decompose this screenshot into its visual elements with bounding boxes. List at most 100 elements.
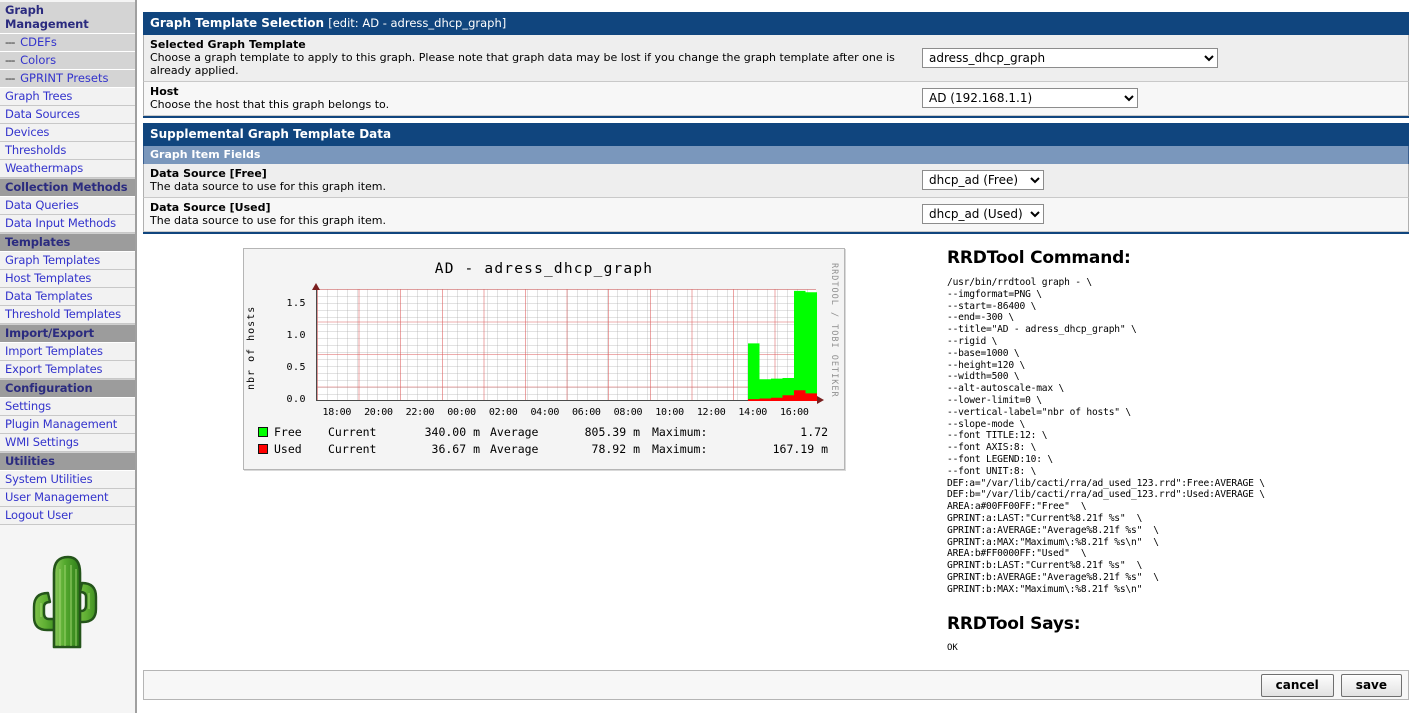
data-source-used-select[interactable]: dhcp_ad (Used) bbox=[922, 204, 1044, 224]
main-content: Graph Template Selection [edit: AD - adr… bbox=[137, 0, 1419, 713]
dash-prefix-icon: --- bbox=[5, 53, 16, 67]
sidebar-item-data-templates[interactable]: Data Templates bbox=[0, 288, 135, 306]
sidebar-item-data-queries[interactable]: Data Queries bbox=[0, 197, 135, 215]
sidebar-nav: Graph Management --- CDEFs --- Colors --- G… bbox=[0, 2, 135, 525]
sidebar-item-label: CDEFs bbox=[16, 35, 57, 49]
legend-current-value: 36.67 m bbox=[431, 441, 480, 456]
graph-template-select[interactable]: adress_dhcp_graph bbox=[922, 47, 1218, 68]
data-source-used-description: The data source to use for this graph it… bbox=[150, 214, 386, 227]
save-button[interactable]: save bbox=[1340, 673, 1402, 697]
sidebar-item-settings[interactable]: Settings bbox=[0, 398, 135, 416]
dash-prefix-icon: --- bbox=[5, 35, 16, 49]
graph-legend: Free Current 340.00 m Average 805.39 m Maximu… bbox=[258, 423, 828, 457]
sidebar-item-wmi-settings[interactable]: WMI Settings bbox=[0, 434, 135, 452]
supplemental-divider bbox=[143, 232, 1409, 234]
sidebar-section-templates: Templates bbox=[0, 233, 135, 252]
dash-prefix-icon: --- bbox=[5, 71, 16, 85]
legend-current-label: Current bbox=[328, 441, 377, 456]
series-plot bbox=[725, 290, 817, 401]
sidebar-item-export-templates[interactable]: Export Templates bbox=[0, 361, 135, 379]
sidebar-item-logout-user[interactable]: Logout User bbox=[0, 507, 135, 525]
plot-wrapper: nbr of hosts 0.0 0.5 1.0 1.5 18:00 20:00 22:0… bbox=[244, 283, 844, 418]
legend-series-name: Free bbox=[274, 424, 302, 439]
row-data-source-used: Data Source [Used] The data source to us… bbox=[143, 198, 1409, 232]
rrd-graph-image[interactable]: AD - adress_dhcp_graph nbr of hosts 0.0 0… bbox=[243, 248, 845, 470]
y-tick-label: 1.5 bbox=[286, 298, 306, 309]
form-actions-bar: cancel save bbox=[143, 670, 1409, 700]
rrdtool-command-heading: RRDTool Command: bbox=[947, 248, 1131, 268]
plot-area bbox=[316, 289, 817, 401]
sidebar-item-data-input-methods[interactable]: Data Input Methods bbox=[0, 215, 135, 233]
panel-title: Graph Template Selection bbox=[150, 16, 325, 30]
legend-average-label: Average bbox=[490, 441, 539, 456]
host-select[interactable]: AD (192.168.1.1) bbox=[922, 88, 1138, 108]
legend-maximum-value: 1.72 bbox=[800, 424, 828, 439]
sidebar-section-utilities: Utilities bbox=[0, 452, 135, 471]
sidebar-item-colors[interactable]: --- Colors bbox=[0, 52, 135, 70]
legend-swatch-icon bbox=[258, 426, 268, 437]
y-axis-ticks: 0.0 0.5 1.0 1.5 bbox=[264, 283, 310, 405]
x-tick-label: 20:00 bbox=[364, 407, 393, 418]
sidebar-item-host-templates[interactable]: Host Templates bbox=[0, 270, 135, 288]
x-tick-label: 18:00 bbox=[322, 407, 352, 418]
x-tick-label: 06:00 bbox=[572, 407, 601, 418]
graph-item-fields-subheader: Graph Item Fields bbox=[143, 146, 1409, 164]
sidebar-section-configuration: Configuration bbox=[0, 379, 135, 398]
x-axis-arrow bbox=[817, 396, 824, 404]
cactus-logo bbox=[0, 547, 135, 657]
legend-current-label: Current bbox=[328, 424, 377, 439]
sidebar-item-graph-trees[interactable]: Graph Trees bbox=[0, 88, 135, 106]
x-tick-label: 10:00 bbox=[655, 407, 684, 418]
sidebar-section-graph-management[interactable]: Graph Management bbox=[0, 2, 135, 34]
panel-subtitle: [edit: AD - adress_dhcp_graph] bbox=[328, 16, 507, 30]
sidebar-item-cdefs[interactable]: --- CDEFs bbox=[0, 34, 135, 52]
row-data-source-free: Data Source [Free] The data source to us… bbox=[143, 164, 1409, 198]
data-source-used-label: Data Source [Used] bbox=[150, 201, 271, 214]
sidebar-item-weathermaps[interactable]: Weathermaps bbox=[0, 160, 135, 178]
cacti-page: Graph Management --- CDEFs --- Colors --- G… bbox=[0, 0, 1419, 713]
sidebar-item-threshold-templates[interactable]: Threshold Templates bbox=[0, 306, 135, 324]
host-description: Choose the host that this graph belongs … bbox=[150, 98, 390, 111]
row-host: Host Choose the host that this graph bel… bbox=[143, 82, 1409, 116]
sidebar-item-devices[interactable]: Devices bbox=[0, 124, 135, 142]
x-tick-label: 02:00 bbox=[488, 407, 518, 418]
rrdtool-column: RRDTool Command: /usr/bin/rrdtool graph … bbox=[943, 248, 1403, 653]
graph-template-selection-panel: Graph Template Selection [edit: AD - adr… bbox=[143, 12, 1409, 118]
y-tick-label: 0.0 bbox=[286, 394, 306, 405]
x-tick-label: 08:00 bbox=[613, 407, 643, 418]
selected-graph-template-description: Choose a graph template to apply to this… bbox=[150, 51, 895, 77]
legend-row: Free Current 340.00 m Average 805.39 m Maximu… bbox=[258, 423, 828, 440]
sidebar-item-system-utilities[interactable]: System Utilities bbox=[0, 471, 135, 489]
y-axis-arrow bbox=[312, 283, 320, 290]
legend-maximum-label: Maximum: bbox=[652, 441, 708, 456]
sidebar-item-import-templates[interactable]: Import Templates bbox=[0, 343, 135, 361]
x-tick-label: 04:00 bbox=[530, 407, 560, 418]
graph-title: AD - adress_dhcp_graph bbox=[434, 261, 654, 277]
host-label: Host bbox=[150, 85, 179, 98]
cancel-button[interactable]: cancel bbox=[1260, 673, 1334, 697]
legend-current-value: 340.00 m bbox=[424, 424, 480, 439]
sidebar: Graph Management --- CDEFs --- Colors --- G… bbox=[0, 0, 137, 713]
data-source-free-select[interactable]: dhcp_ad (Free) bbox=[922, 170, 1044, 190]
x-tick-label: 14:00 bbox=[738, 407, 768, 418]
y-tick-label: 1.0 bbox=[286, 330, 306, 341]
sidebar-section-collection-methods: Collection Methods bbox=[0, 178, 135, 197]
row-selected-graph-template: Selected Graph Template Choose a graph t… bbox=[143, 35, 1409, 82]
data-source-free-description: The data source to use for this graph it… bbox=[150, 180, 386, 193]
sidebar-item-gprint-presets[interactable]: --- GPRINT Presets bbox=[0, 70, 135, 88]
series-area-free bbox=[725, 290, 817, 401]
sidebar-item-graph-templates[interactable]: Graph Templates bbox=[0, 252, 135, 270]
sidebar-item-label: Colors bbox=[16, 53, 57, 67]
x-tick-label: 12:00 bbox=[696, 407, 726, 418]
sidebar-item-user-management[interactable]: User Management bbox=[0, 489, 135, 507]
legend-row: Used Current 36.67 m Average 78.92 m Maximum:… bbox=[258, 440, 828, 457]
sidebar-item-plugin-management[interactable]: Plugin Management bbox=[0, 416, 135, 434]
legend-average-value: 805.39 m bbox=[584, 424, 640, 439]
sidebar-item-data-sources[interactable]: Data Sources bbox=[0, 106, 135, 124]
rrdtool-command-text: /usr/bin/rrdtool graph - \ --imgformat=P… bbox=[947, 277, 1265, 595]
data-source-free-label: Data Source [Free] bbox=[150, 167, 267, 180]
sidebar-item-thresholds[interactable]: Thresholds bbox=[0, 142, 135, 160]
rrdtool-watermark: RRDTOOL / TOBI OETIKER bbox=[829, 263, 839, 398]
supplemental-panel: Supplemental Graph Template Data Graph I… bbox=[143, 123, 1409, 234]
y-tick-label: 0.5 bbox=[286, 362, 306, 373]
